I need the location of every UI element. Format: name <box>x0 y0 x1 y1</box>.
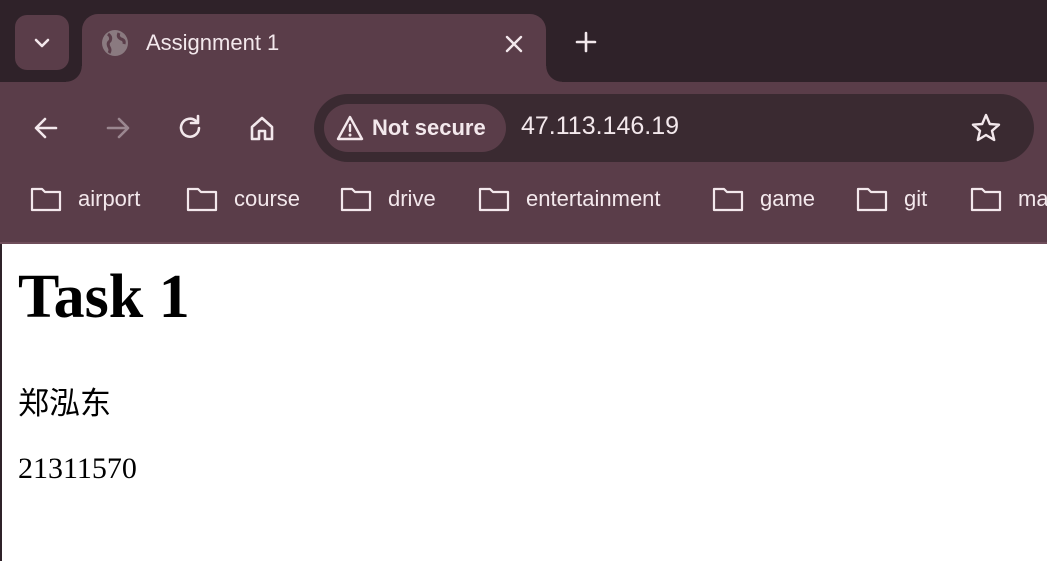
folder-icon <box>186 187 218 212</box>
bookmark-folder-course[interactable]: course <box>186 186 300 212</box>
bookmark-label: entertainment <box>526 186 661 211</box>
bookmark-label: drive <box>388 186 436 211</box>
reload-icon <box>179 114 201 138</box>
tab-strip: Assignment 1 <box>0 0 1047 82</box>
tab-close-button[interactable] <box>500 30 528 58</box>
security-indicator[interactable]: Not secure <box>324 104 506 152</box>
bookmark-folder-entertainment[interactable]: entertainment <box>478 186 661 212</box>
page-heading: Task 1 <box>18 263 190 331</box>
star-icon <box>971 113 1001 142</box>
chevron-down-icon <box>34 38 50 47</box>
tab-title: Assignment 1 <box>146 30 280 55</box>
bookmark-star-button[interactable] <box>968 110 1004 146</box>
url-text[interactable]: 47.113.146.19 <box>521 112 679 141</box>
bookmark-folder-git[interactable]: git <box>856 186 927 212</box>
back-arrow-icon <box>34 117 58 139</box>
student-id: 21311570 <box>18 452 137 485</box>
home-button[interactable] <box>244 110 280 146</box>
security-label: Not secure <box>372 115 486 140</box>
home-icon <box>250 116 274 141</box>
bookmark-folder-airport[interactable]: airport <box>30 186 140 212</box>
plus-icon <box>575 31 597 53</box>
folder-icon <box>712 187 744 212</box>
bookmark-folder-game[interactable]: game <box>712 186 815 212</box>
bookmark-label: ma <box>1018 186 1047 211</box>
folder-icon <box>478 187 510 212</box>
student-name: 郑泓东 <box>18 386 111 422</box>
folder-icon <box>970 187 1002 212</box>
reload-button[interactable] <box>172 110 208 146</box>
back-button[interactable] <box>28 110 64 146</box>
folder-icon <box>30 187 62 212</box>
forward-button[interactable] <box>100 110 136 146</box>
new-tab-button[interactable] <box>570 26 602 58</box>
bookmark-folder-drive[interactable]: drive <box>340 186 436 212</box>
forward-arrow-icon <box>106 117 130 139</box>
page-content: Task 1 郑泓东 21311570 <box>2 244 1047 561</box>
browser-toolbar: Not secure 47.113.146.19 airport course … <box>0 82 1047 242</box>
bookmark-folder-ma[interactable]: ma <box>970 186 1047 212</box>
warning-icon <box>336 115 364 141</box>
bookmark-label: git <box>904 186 928 211</box>
bookmark-label: airport <box>78 186 141 211</box>
folder-icon <box>856 187 888 212</box>
bookmark-label: game <box>760 186 816 211</box>
folder-icon <box>340 187 372 212</box>
tab-search-button[interactable] <box>15 15 69 70</box>
address-bar[interactable]: Not secure 47.113.146.19 <box>314 94 1034 162</box>
bookmarks-bar: airport course drive entertainment game … <box>0 168 1047 236</box>
close-icon <box>505 35 523 53</box>
tab-active[interactable]: Assignment 1 <box>66 14 562 82</box>
globe-icon <box>102 30 128 56</box>
bookmark-label: course <box>234 186 301 211</box>
